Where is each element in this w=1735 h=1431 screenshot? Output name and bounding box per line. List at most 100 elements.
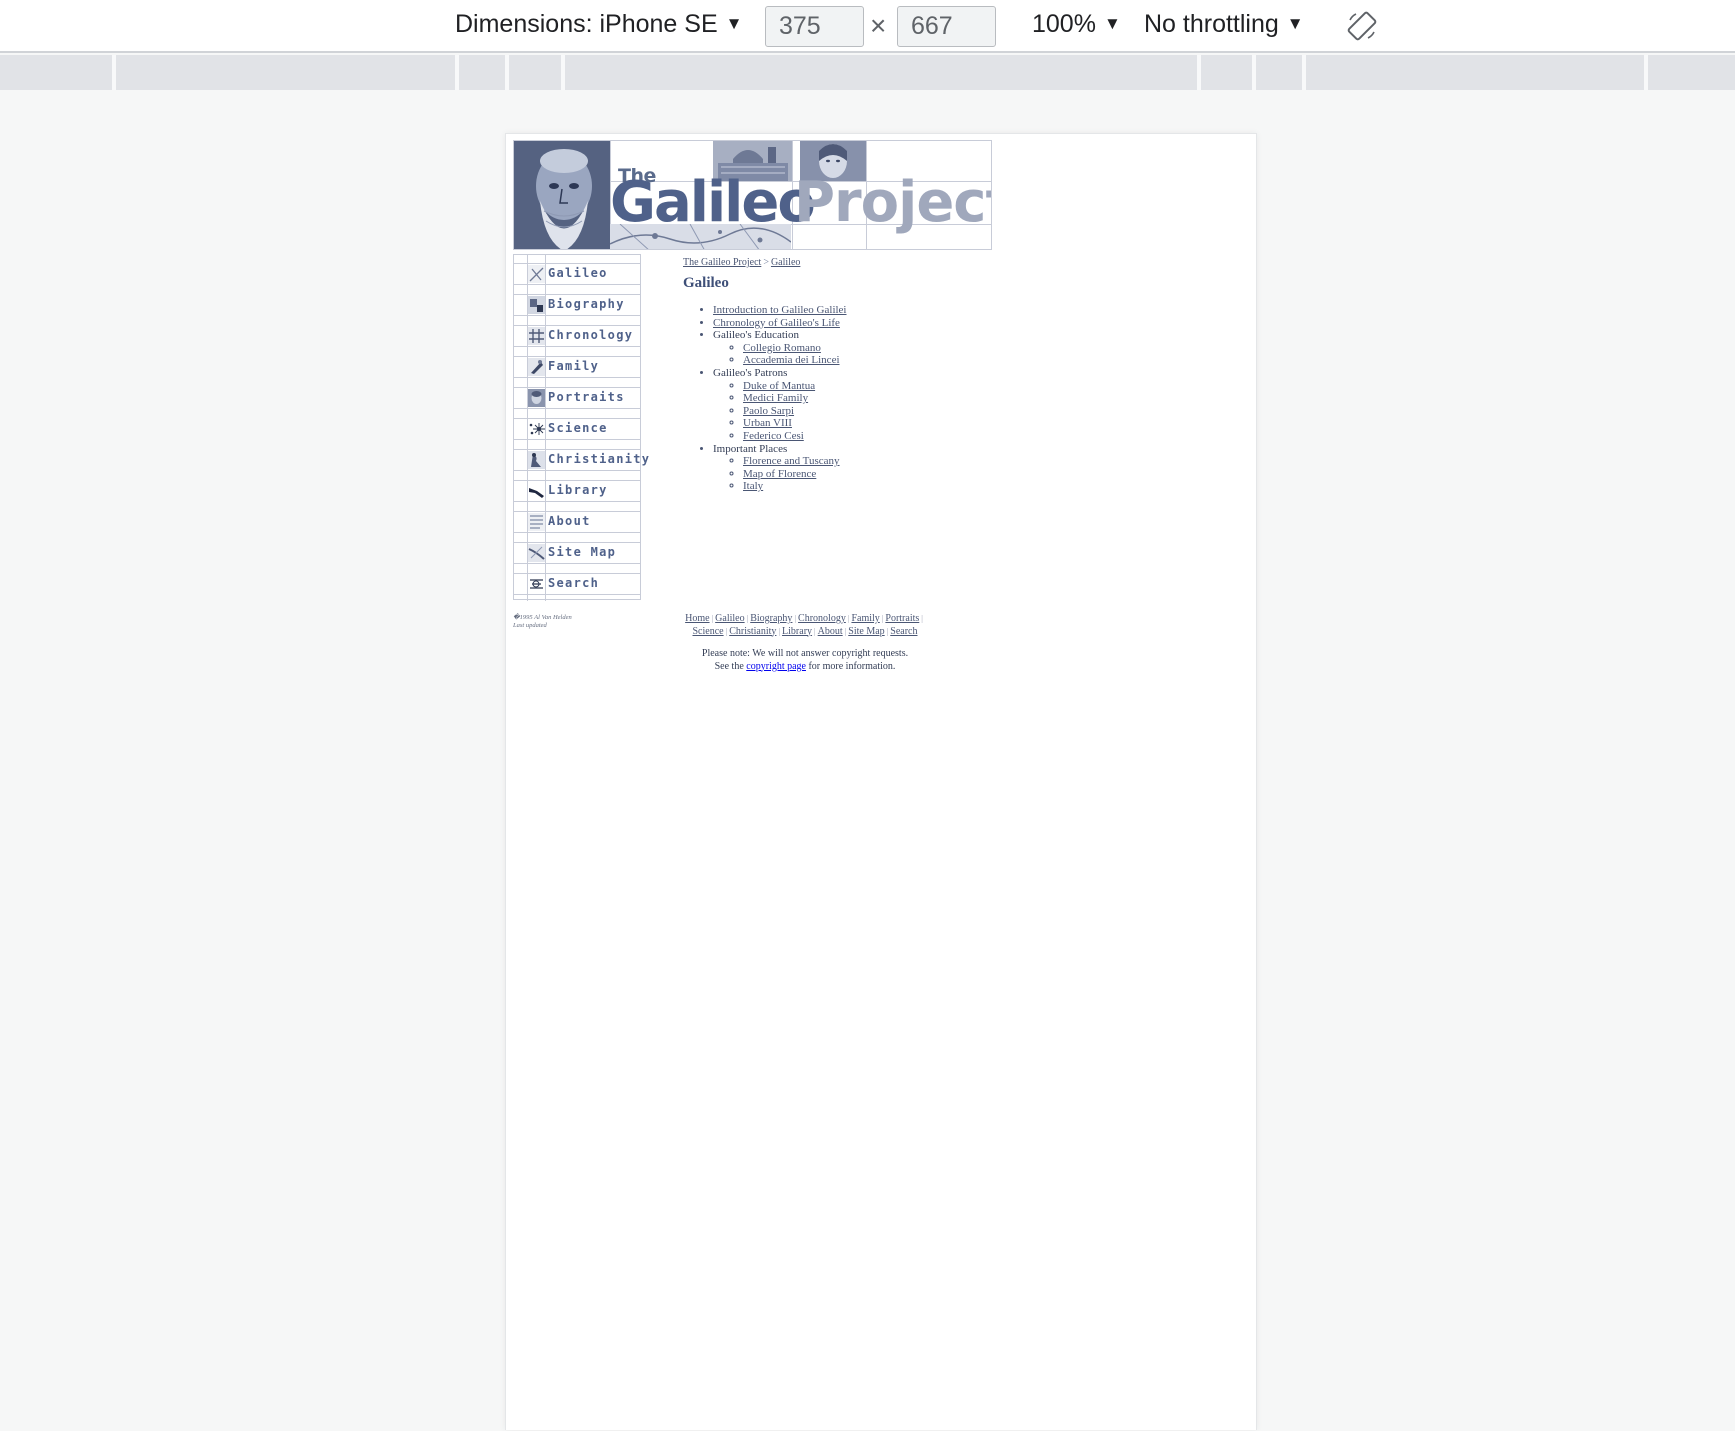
media-query-ruler[interactable]	[0, 55, 1735, 90]
throttling-dropdown[interactable]: No throttling ▼	[1144, 10, 1304, 39]
note-line: See the copyright page for more informat…	[671, 661, 939, 674]
note-line: Please note: We will not answer copyrigh…	[701, 648, 909, 659]
list-item: Galileo's Patrons Duke of Mantua Medici …	[713, 367, 847, 443]
urban-viii-link[interactable]: Urban VIII	[743, 417, 792, 429]
intro-link[interactable]: Introduction to Galileo Galilei	[713, 304, 847, 316]
christianity-icon	[527, 451, 545, 469]
sidebar-item-galileo[interactable]: Galileo	[514, 263, 640, 285]
list-item: Map of Florence	[743, 468, 847, 481]
sidebar-item-chronology[interactable]: Chronology	[514, 325, 640, 347]
biography-icon	[527, 296, 545, 314]
breadcrumb-link-home[interactable]: The Galileo Project	[683, 257, 761, 268]
about-icon	[527, 513, 545, 531]
breadcrumb-link-galileo[interactable]: Galileo	[771, 257, 800, 268]
sidebar-item-label: Library	[548, 483, 608, 497]
dimensions-label: Dimensions: iPhone SE	[455, 10, 718, 38]
footer-link-about[interactable]: About	[818, 626, 843, 637]
zoom-dropdown[interactable]: 100% ▼	[1032, 10, 1121, 39]
footer-link-library[interactable]: Library	[782, 626, 812, 637]
accademia-lincei-link[interactable]: Accademia dei Lincei	[743, 354, 840, 366]
florence-tuscany-link[interactable]: Florence and Tuscany	[743, 455, 840, 467]
sidebar-item-label: Biography	[548, 297, 625, 311]
telescope-icon	[527, 265, 545, 283]
dimensions-dropdown[interactable]: Dimensions: iPhone SE ▼	[455, 10, 742, 39]
site-banner[interactable]: The Galileo Project	[513, 140, 992, 250]
list-item: Urban VIII	[743, 417, 847, 430]
footer-link-portraits[interactable]: Portraits	[885, 613, 919, 624]
ruler-divider	[1644, 55, 1648, 90]
medici-family-link[interactable]: Medici Family	[743, 392, 808, 404]
patrons-heading: Galileo's Patrons	[713, 366, 788, 379]
sidebar-item-christianity[interactable]: Christianity	[514, 449, 649, 471]
map-of-florence-link[interactable]: Map of Florence	[743, 468, 816, 480]
sidebar-item-label: Christianity	[548, 452, 651, 466]
footer-separator: |	[844, 626, 847, 636]
education-sublist: Collegio Romano Accademia dei Lincei	[713, 342, 847, 367]
sidebar-item-site-map[interactable]: Site Map	[514, 542, 640, 564]
copyright-credit: �1995 Al Van Helden Last updated	[513, 614, 572, 630]
footer-link-science[interactable]: Science	[693, 626, 724, 637]
footer-row: Home | Galileo | Biography | Chronology | Family…	[671, 613, 939, 626]
height-input[interactable]: 667	[897, 6, 996, 47]
sidebar-item-search[interactable]: Search	[514, 573, 640, 595]
banner-galileo-text: Galileo	[610, 170, 816, 235]
credit-line: �1995 Al Van Helden	[513, 614, 572, 621]
ruler-divider	[112, 55, 116, 90]
footer-separator: |	[778, 626, 781, 636]
footer-link-family[interactable]: Family	[851, 613, 879, 624]
footer-separator: |	[814, 626, 816, 636]
footer-separator: |	[886, 626, 889, 636]
family-icon	[527, 358, 545, 376]
paolo-sarpi-link[interactable]: Paolo Sarpi	[743, 405, 794, 417]
footer-link-site-map[interactable]: Site Map	[848, 626, 884, 637]
sidebar-item-label: Site Map	[548, 545, 617, 559]
duke-of-mantua-link[interactable]: Duke of Mantua	[743, 380, 815, 392]
places-sublist: Florence and Tuscany Map of Florence Ita…	[713, 455, 847, 493]
list-item: Accademia dei Lincei	[743, 354, 847, 367]
footer-link-biography[interactable]: Biography	[750, 613, 792, 624]
sidebar-item-label: Chronology	[548, 328, 634, 342]
width-input[interactable]: 375	[765, 6, 864, 47]
footer-link-christianity[interactable]: Christianity	[729, 626, 776, 637]
sidebar-item-family[interactable]: Family	[514, 356, 640, 378]
patrons-sublist: Duke of Mantua Medici Family Paolo Sarpi…	[713, 380, 847, 443]
chronology-link[interactable]: Chronology of Galileo's Life	[713, 317, 840, 329]
places-heading: Important Places	[713, 442, 788, 455]
library-icon	[527, 482, 545, 500]
list-item: Paolo Sarpi	[743, 405, 847, 418]
list-item: Italy	[743, 480, 847, 493]
note-text: for more information.	[808, 660, 896, 672]
copyright-page-link[interactable]: copyright page	[746, 661, 806, 672]
sidebar-item-science[interactable]: Science	[514, 418, 640, 440]
note-text: See the	[714, 660, 744, 672]
italy-link[interactable]: Italy	[743, 480, 763, 492]
footer-link-home[interactable]: Home	[685, 613, 709, 624]
banner-project-text: Project	[794, 170, 992, 235]
sidebar-item-portraits[interactable]: Portraits	[514, 387, 640, 409]
page-title: Galileo	[683, 275, 729, 291]
sidebar-item-about[interactable]: About	[514, 511, 640, 533]
footer-separator: |	[921, 614, 923, 623]
ruler-divider	[505, 55, 509, 90]
federico-cesi-link[interactable]: Federico Cesi	[743, 430, 804, 442]
footer-link-search[interactable]: Search	[890, 626, 917, 637]
ruler-divider	[1302, 55, 1306, 90]
ruler-divider	[1197, 55, 1201, 90]
search-icon	[527, 575, 545, 593]
devtools-toolbar: Dimensions: iPhone SE ▼ 375 × 667 100% ▼ N…	[0, 0, 1735, 53]
galileo-portrait-image	[514, 141, 610, 249]
portraits-icon	[527, 389, 545, 407]
footer-link-chronology[interactable]: Chronology	[798, 613, 846, 624]
times-icon: ×	[870, 10, 887, 41]
sidebar-item-library[interactable]: Library	[514, 480, 640, 502]
zoom-label: 100%	[1032, 10, 1096, 38]
sidebar-item-biography[interactable]: Biography	[514, 294, 640, 316]
collegio-romano-link[interactable]: Collegio Romano	[743, 342, 821, 354]
throttling-caret-icon: ▼	[1286, 14, 1304, 33]
list-item: Duke of Mantua	[743, 380, 847, 393]
list-item: Florence and Tuscany	[743, 455, 847, 468]
list-item: Federico Cesi	[743, 430, 847, 443]
footer-nav: Home | Galileo | Biography | Chronology | Family…	[671, 613, 939, 638]
rotate-icon[interactable]	[1346, 10, 1378, 42]
footer-link-galileo[interactable]: Galileo	[715, 613, 744, 624]
